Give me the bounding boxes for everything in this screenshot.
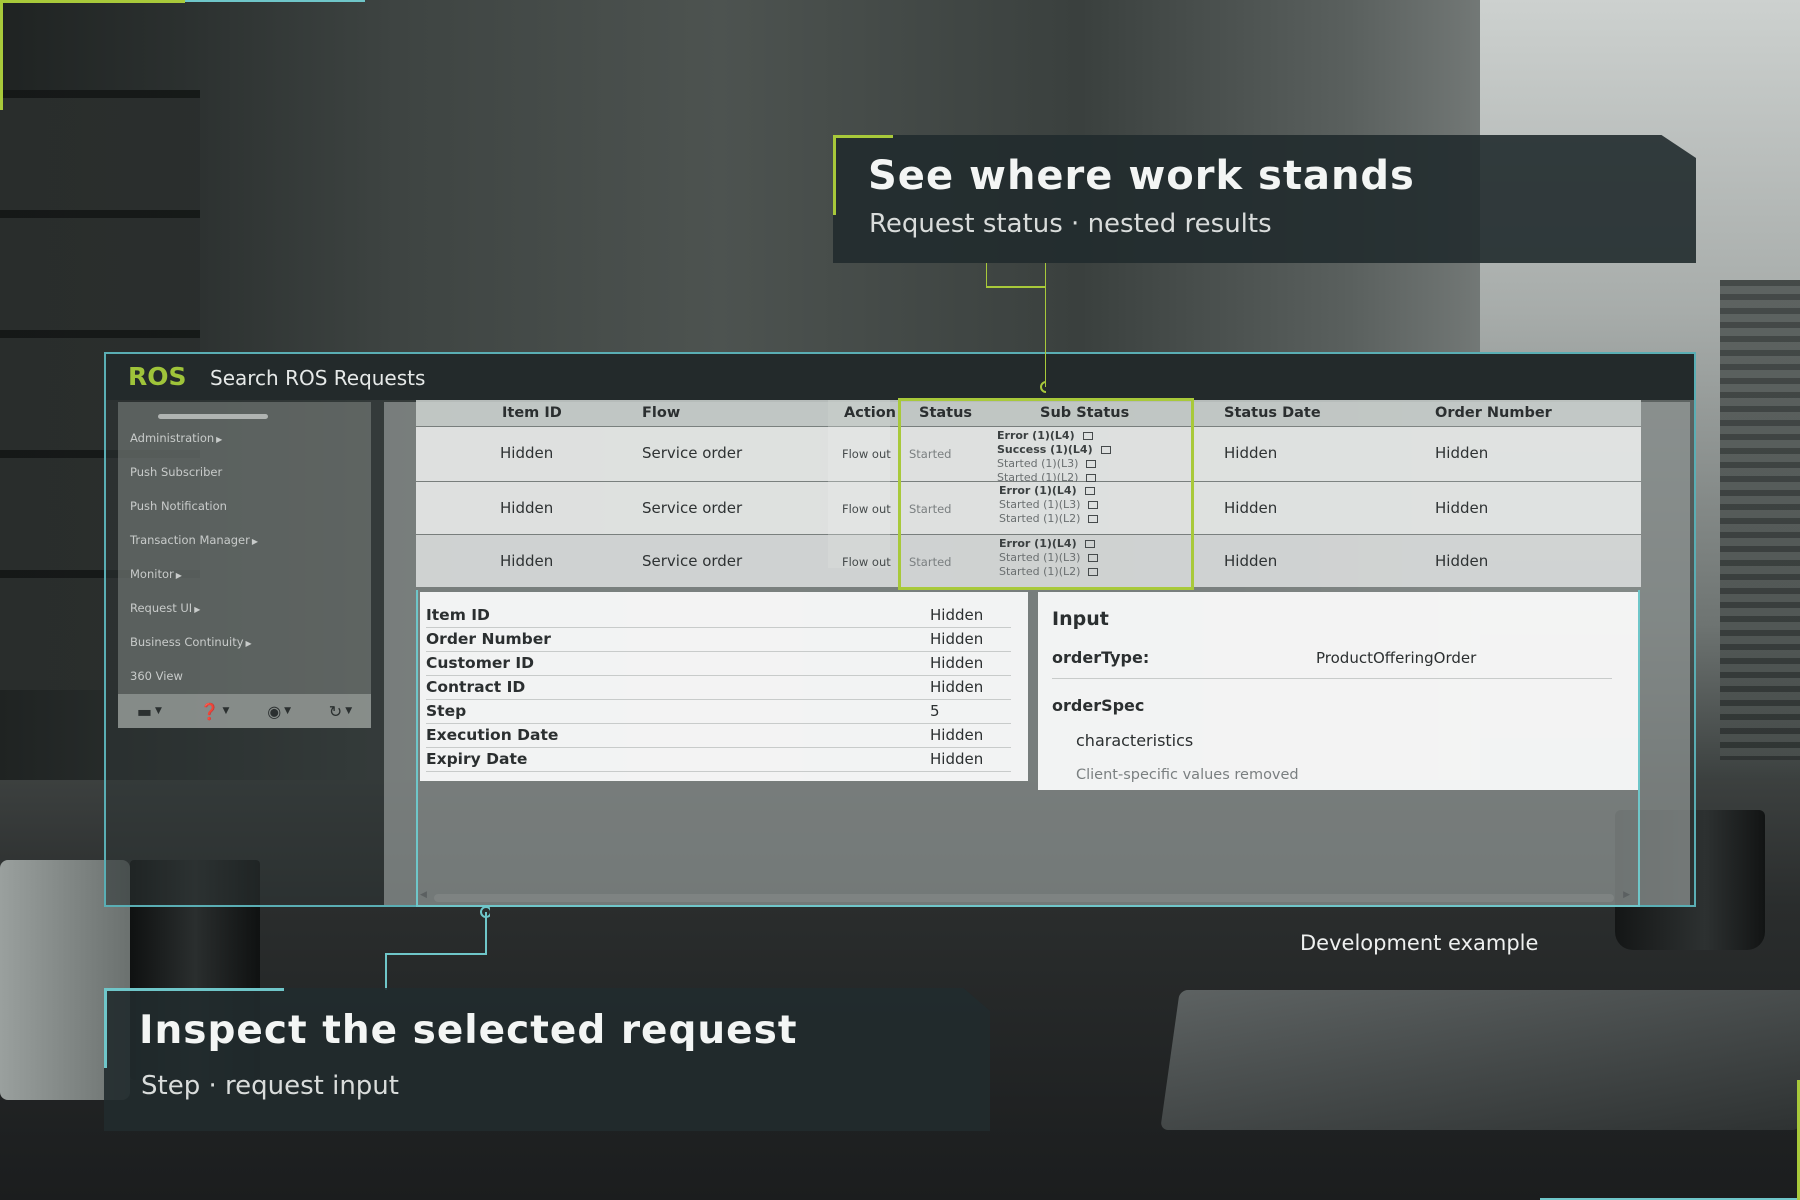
col-status-date[interactable]: Status Date <box>1224 405 1321 421</box>
sub-status-highlight <box>898 398 1194 590</box>
user-icon[interactable]: ◉ ▼ <box>267 702 291 721</box>
sidebar-item-request-ui[interactable]: Request UI ▶ <box>130 601 200 615</box>
corner-accent-green <box>0 0 185 110</box>
connector-line-top <box>986 263 1046 393</box>
chevron-right-icon: ▶ <box>251 537 259 546</box>
sidebar-item-push-subscriber[interactable]: Push Subscriber <box>130 465 222 479</box>
detail-highlight-frame <box>416 590 1640 907</box>
sidebar-item-administration[interactable]: Administration ▶ <box>130 431 222 445</box>
scroll-right-icon[interactable]: ▶ <box>1623 890 1630 900</box>
corner-accent-teal <box>185 0 365 2</box>
help-icon[interactable]: ❓ ▼ <box>200 702 230 721</box>
app-logo: ROS <box>128 362 187 391</box>
app-header: ROS Search ROS Requests <box>106 354 1694 400</box>
chevron-right-icon: ▶ <box>216 435 223 444</box>
chevron-right-icon: ▶ <box>245 639 252 648</box>
sidebar-toolbar: ▬ ▼ ❓ ▼ ◉ ▼ ↻ ▼ <box>118 694 371 728</box>
sidebar-item-push-notification[interactable]: Push Notification <box>130 499 227 513</box>
callout-subtitle: Request status · nested results <box>869 209 1272 239</box>
refresh-icon[interactable]: ↻ ▼ <box>329 702 352 721</box>
scrollbar-thumb[interactable] <box>434 894 1614 902</box>
col-order-number[interactable]: Order Number <box>1435 405 1552 421</box>
sidebar-item-monitor[interactable]: Monitor ▶ <box>130 567 182 581</box>
col-flow[interactable]: Flow <box>642 405 680 421</box>
sidebar-item-business-continuity[interactable]: Business Continuity ▶ <box>130 635 252 649</box>
chevron-right-icon: ▶ <box>175 571 182 580</box>
flag-icon[interactable]: ▬ ▼ <box>137 702 162 721</box>
callout-inspect: Inspect the selected request Step · requ… <box>104 988 990 1131</box>
col-action[interactable]: Action <box>844 405 896 421</box>
laptop <box>1160 990 1800 1130</box>
sidebar: Administration ▶ Push Subscriber Push Not… <box>118 402 371 728</box>
development-note: Development example <box>1300 931 1539 955</box>
sidebar-scrollbar[interactable] <box>158 414 268 419</box>
sidebar-item-transaction-manager[interactable]: Transaction Manager ▶ <box>130 533 258 547</box>
callout-subtitle: Step · request input <box>141 1071 399 1101</box>
page-title: Search ROS Requests <box>210 366 426 390</box>
col-item-id[interactable]: Item ID <box>502 405 562 421</box>
horizontal-scrollbar[interactable]: ◀ ▶ <box>420 890 1630 904</box>
sidebar-item-360-view[interactable]: 360 View <box>130 669 183 683</box>
chevron-right-icon: ▶ <box>194 605 201 614</box>
city-tower <box>1720 280 1800 760</box>
scroll-left-icon[interactable]: ◀ <box>420 890 427 900</box>
callout-title: Inspect the selected request <box>139 1008 798 1053</box>
callout-title: See where work stands <box>868 153 1415 199</box>
callout-status: See where work stands Request status · n… <box>833 135 1696 263</box>
connector-line-bottom <box>385 906 490 990</box>
